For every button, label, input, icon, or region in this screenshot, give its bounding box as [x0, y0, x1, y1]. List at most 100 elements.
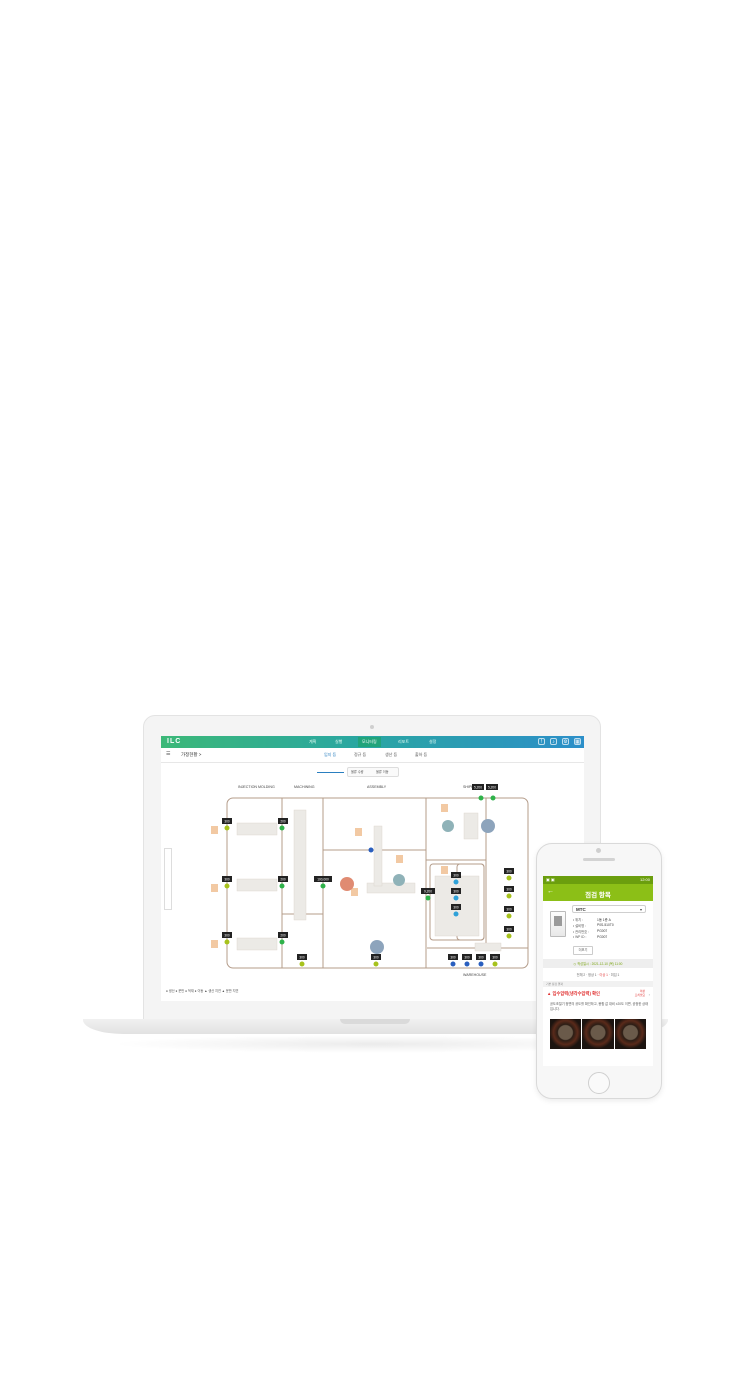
status-time: 12:00 — [639, 877, 650, 882]
badge-count: 5,200 — [488, 786, 496, 790]
info-label: • 위치 : — [573, 918, 583, 922]
equipment-select-value: MTC — [576, 907, 586, 912]
chevron-down-icon: ▾ — [639, 907, 642, 912]
badge-count: 200 — [280, 820, 286, 824]
factory-map: INJECTION MOLDING MACHINING ASSEMBLY SHI… — [211, 784, 529, 977]
badge-count: 300 — [453, 874, 459, 878]
badge-count: 300 — [450, 956, 456, 960]
active-tab-indicator — [317, 772, 344, 773]
app-logo[interactable]: ILC — [167, 738, 181, 745]
tab-stock[interactable]: 입지 등 — [324, 752, 336, 758]
info-value: PG007 — [597, 929, 608, 933]
check-item-title[interactable]: ▲ 입수압력(냉각수압력) 확인 — [547, 991, 600, 997]
badge-count: 300 — [478, 956, 484, 960]
badge-count: 300 — [464, 956, 470, 960]
more-button[interactable]: 더보기 — [573, 946, 593, 955]
station-b — [442, 820, 454, 832]
equipment-select[interactable]: MTC ▾ — [572, 905, 646, 913]
section-header: 기본 점검 결과 — [543, 981, 653, 987]
menu-icon[interactable]: ☰ — [166, 752, 171, 757]
badge-count: 300 — [224, 934, 230, 938]
badge-count: 300 — [453, 906, 459, 910]
info-value: PG007 — [597, 935, 608, 939]
status-bar: ▣ ▣ 12:00 — [543, 876, 653, 884]
inspection-photo[interactable] — [550, 1019, 582, 1049]
app-bar: ← 점검 항목 — [543, 884, 653, 901]
view-toggle[interactable]: 물류 수량 물류 이동 — [347, 767, 399, 777]
home-button[interactable] — [588, 1072, 610, 1094]
tab-production[interactable]: 생산 등 — [385, 752, 397, 758]
info-label: • 관리번호 : — [573, 930, 590, 934]
badge-count: 300 — [453, 890, 459, 894]
result-counts: 전체 2 · 정상 1 · 이상 1 · 미입 1 — [576, 973, 620, 977]
date-text: ◷ 작성일시 : 2021-12-10 (목) 11:00 — [573, 962, 623, 966]
badge-count: 9,200 — [424, 890, 432, 894]
info-label: • WP ID : — [573, 935, 587, 939]
info-value: P0S-510T0 — [597, 923, 614, 927]
nav-monitoring[interactable]: 모니터링 — [358, 737, 381, 747]
count-total: 전체 2 — [576, 973, 586, 977]
nav-report[interactable]: 리포트 — [398, 739, 409, 745]
zone-label-injection: INJECTION MOLDING — [238, 785, 275, 789]
badge-count: 300 — [506, 928, 512, 932]
sub-header: ☰ 가정현황 > 입지 등 정규 등 생산 등 출하 등 — [161, 748, 584, 773]
bell-icon[interactable]: ♪ — [550, 738, 557, 745]
count-normal: 정상 1 — [588, 973, 597, 977]
equipment-image — [550, 911, 566, 937]
page-title: 점검 항목 — [585, 892, 611, 899]
tab-shipping[interactable]: 출하 등 — [415, 752, 427, 758]
station-c — [481, 819, 495, 833]
toggle-quantity[interactable]: 물류 수량 — [351, 769, 364, 774]
inspection-photo[interactable] — [614, 1019, 646, 1049]
inspection-photo[interactable] — [582, 1019, 614, 1049]
app-topbar: ILC 계획 실행 모니터링 리포트 설정 ! ♪ ⚙ ▦ — [161, 736, 584, 748]
map-legend: ● 생산 ● 운반 ● 적재 ● 이동 ▲ 생산 지연 ▲ 운반 지연 — [166, 989, 239, 993]
zone-label-machining: MACHINING — [294, 785, 315, 789]
badge-count: 200 — [280, 934, 286, 938]
laptop-notch — [340, 1019, 410, 1024]
status-badge: 이상 조치필요 — [634, 989, 645, 997]
info-value: 1동 1층 A — [597, 918, 611, 922]
station-a — [393, 874, 405, 886]
zoom-control[interactable] — [164, 848, 172, 910]
station-fuma — [340, 877, 354, 891]
zone-label-assembly: ASSEMBLY — [367, 785, 387, 789]
laptop-camera — [370, 725, 374, 729]
nav-settings[interactable]: 설정 — [429, 739, 436, 745]
badge-count: 300 — [224, 878, 230, 882]
info-location: • 위치 : 1동 1층 A — [573, 917, 611, 922]
status-icons: ▣ ▣ — [546, 877, 555, 882]
zone-label-warehouse: WAREHOUSE — [463, 973, 487, 977]
toggle-movement[interactable]: 물류 이동 — [376, 769, 389, 774]
station-d — [370, 940, 384, 954]
badge-count: 300 — [492, 956, 498, 960]
nav-execute[interactable]: 실행 — [335, 739, 342, 745]
badge-count: 300 — [299, 956, 305, 960]
count-other: 미입 1 — [610, 973, 620, 977]
info-wp-id: • WP ID : PG007 — [573, 935, 607, 939]
badge-count: 100,000 — [317, 878, 329, 882]
chevron-right-icon[interactable]: › — [649, 992, 650, 997]
badge-count: 200 — [280, 878, 286, 882]
breadcrumb[interactable]: 가정현황 > — [181, 752, 201, 758]
photo-gallery — [550, 1019, 646, 1049]
phone-device: ▣ ▣ 12:00 ← 점검 항목 MTC ▾ • 위치 : 1동 1층 A •… — [536, 843, 662, 1099]
info-equipment-name: • 설비명 : P0S-510T0 — [573, 923, 614, 928]
phone-speaker — [583, 858, 615, 861]
date-bar: ◷ 작성일시 : 2021-12-10 (목) 11:00 — [543, 959, 653, 968]
info-label: • 설비명 : — [573, 924, 587, 928]
laptop-screen: ILC 계획 실행 모니터링 리포트 설정 ! ♪ ⚙ ▦ ☰ 가정현황 > 입… — [161, 736, 584, 1001]
warning-icon[interactable]: ! — [538, 738, 545, 745]
grid-icon[interactable]: ▦ — [574, 738, 581, 745]
settings-icon[interactable]: ⚙ — [562, 738, 569, 745]
tab-regular[interactable]: 정규 등 — [354, 752, 366, 758]
count-fail: 이상 1 — [599, 973, 608, 977]
badge-count: 300 — [224, 820, 230, 824]
badge-count: 300 — [373, 956, 379, 960]
badge-count: 300 — [506, 888, 512, 892]
badge-count: 300 — [506, 908, 512, 912]
phone-screen: ▣ ▣ 12:00 ← 점검 항목 MTC ▾ • 위치 : 1동 1층 A •… — [543, 876, 653, 1066]
badge-count: 5,200 — [474, 786, 482, 790]
info-manage-number: • 관리번호 : PG007 — [573, 929, 607, 934]
nav-plan[interactable]: 계획 — [309, 739, 316, 745]
